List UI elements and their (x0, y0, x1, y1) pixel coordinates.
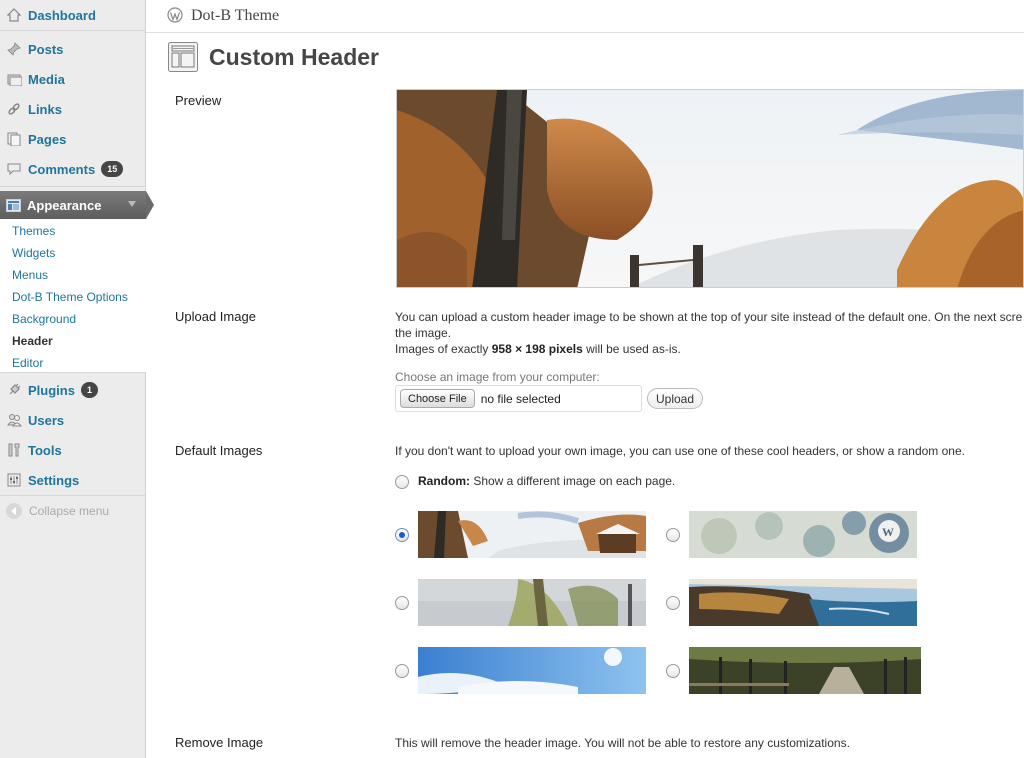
pages-icon (6, 131, 22, 147)
menu-posts-label: Posts (28, 41, 64, 57)
header-radio-willow[interactable] (395, 596, 409, 610)
submenu-themes[interactable]: Themes (12, 224, 55, 238)
upload-image-label: Upload Image (175, 309, 256, 324)
submenu-menus[interactable]: Menus (12, 268, 48, 282)
remove-image-description: This will remove the header image. You w… (395, 736, 850, 750)
header-radio-tree-lane[interactable] (666, 664, 680, 678)
menu-dashboard-label: Dashboard (28, 7, 96, 23)
upload-description-line1: You can upload a custom header image to … (395, 310, 1023, 324)
image-size-prefix: Images of exactly (395, 342, 492, 356)
pushpin-icon (6, 41, 22, 57)
media-icon (6, 71, 22, 87)
choose-image-label: Choose an image from your computer: (395, 370, 600, 384)
site-title[interactable]: Dot-B Theme (191, 7, 279, 25)
menu-users[interactable]: Users (0, 405, 146, 435)
appearance-page-icon (168, 42, 198, 72)
image-size-suffix: will be used as-is. (582, 342, 681, 356)
menu-separator (0, 495, 146, 496)
chevron-down-icon (128, 201, 136, 207)
appearance-icon (6, 198, 21, 212)
menu-appearance[interactable]: Appearance (0, 191, 154, 219)
page-title: Custom Header (209, 44, 379, 70)
admin-sidebar: Dashboard Posts Media Links Pages Commen… (0, 0, 154, 758)
remove-image-label: Remove Image (175, 735, 264, 750)
menu-links-label: Links (28, 101, 62, 117)
file-status-text: no file selected (480, 391, 561, 406)
menu-comments[interactable]: Comments 15 (0, 154, 146, 184)
submenu-background[interactable]: Background (12, 312, 76, 326)
submenu-theme-options[interactable]: Dot-B Theme Options (12, 290, 128, 304)
menu-settings[interactable]: Settings (0, 465, 146, 495)
submenu-header[interactable]: Header (12, 334, 53, 348)
menu-plugins[interactable]: Plugins 1 (0, 375, 146, 405)
header-preview-image (396, 89, 1024, 288)
header-radio-sky[interactable] (395, 664, 409, 678)
header-thumb-tree-lane[interactable] (689, 647, 921, 694)
random-radio[interactable] (395, 475, 409, 489)
site-header-bar: Dot-B Theme (146, 0, 1024, 33)
plug-icon (6, 382, 22, 398)
random-option-text: Random: Show a different image on each p… (418, 474, 675, 488)
menu-dashboard[interactable]: Dashboard (0, 0, 146, 30)
collapse-arrow-icon (6, 503, 22, 519)
file-input[interactable]: Choose File no file selected (395, 385, 642, 412)
header-radio-watercolor[interactable] (666, 528, 680, 542)
menu-comments-label: Comments (28, 161, 96, 177)
menu-separator (0, 186, 146, 187)
menu-appearance-label: Appearance (27, 197, 102, 213)
menu-pages-label: Pages (28, 131, 67, 147)
random-label: Random: (418, 474, 470, 488)
wordpress-logo-icon (167, 7, 183, 26)
header-thumb-winter-cabin[interactable] (418, 511, 646, 558)
menu-settings-label: Settings (28, 472, 80, 488)
svg-text:W: W (882, 525, 894, 539)
menu-links[interactable]: Links (0, 94, 146, 124)
collapse-menu-button[interactable]: Collapse menu (6, 503, 109, 519)
submenu-editor[interactable]: Editor (12, 356, 43, 370)
settings-sliders-icon (6, 472, 22, 488)
submenu-widgets[interactable]: Widgets (12, 246, 55, 260)
header-thumb-coast[interactable] (689, 579, 917, 626)
menu-pages[interactable]: Pages (0, 124, 146, 154)
header-thumb-sky[interactable] (418, 647, 646, 694)
users-icon (6, 412, 22, 428)
header-radio-coast[interactable] (666, 596, 680, 610)
menu-posts[interactable]: Posts (0, 34, 146, 64)
menu-separator (0, 30, 146, 31)
default-images-intro: If you don't want to upload your own ima… (395, 444, 965, 458)
menu-plugins-label: Plugins (28, 382, 75, 398)
menu-media[interactable]: Media (0, 64, 146, 94)
upload-description-line2: the image. (395, 326, 452, 340)
header-radio-winter-cabin[interactable] (395, 528, 409, 542)
menu-users-label: Users (28, 412, 65, 428)
image-size-note: Images of exactly 958 × 198 pixels will … (395, 342, 681, 356)
menu-media-label: Media (28, 71, 65, 87)
dashboard-icon (6, 7, 22, 23)
plugins-update-badge: 1 (80, 382, 98, 398)
header-thumb-watercolor[interactable]: W (689, 511, 917, 558)
comment-bubble-icon (6, 161, 22, 177)
header-thumb-willow[interactable] (418, 579, 646, 626)
appearance-submenu: Themes Widgets Menus Dot-B Theme Options… (0, 219, 146, 373)
menu-tools[interactable]: Tools (0, 435, 146, 465)
random-description: Show a different image on each page. (470, 474, 676, 488)
tools-icon (6, 442, 22, 458)
upload-button[interactable]: Upload (647, 388, 704, 409)
choose-file-button[interactable]: Choose File (400, 389, 475, 408)
preview-label: Preview (175, 93, 222, 108)
menu-tools-label: Tools (28, 442, 62, 458)
image-size-value: 958 × 198 pixels (491, 342, 583, 356)
collapse-menu-label: Collapse menu (29, 504, 110, 518)
default-images-label: Default Images (175, 443, 263, 458)
comments-count-badge: 15 (101, 161, 124, 177)
link-icon (6, 101, 22, 117)
